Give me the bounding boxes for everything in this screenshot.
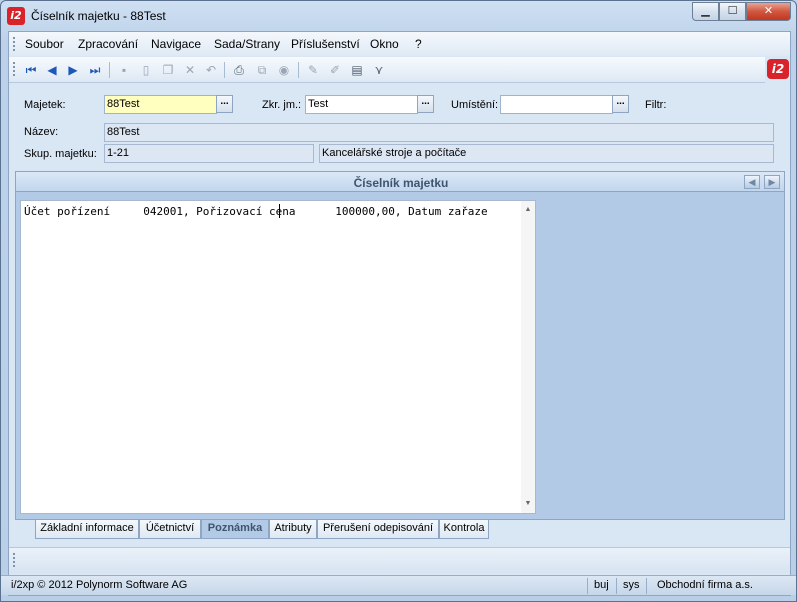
panel-header: Číselník majetku ◀ ▶ xyxy=(15,171,785,192)
delete-icon[interactable]: ✕ xyxy=(182,62,198,78)
note-editor[interactable]: Účet pořízení 042001, Pořizovací cena 10… xyxy=(20,200,536,514)
umisteni-label: Umístění: xyxy=(451,99,499,111)
scroll-up-icon[interactable]: ▲ xyxy=(521,203,535,217)
zkr-label: Zkr. jm.: xyxy=(262,99,302,111)
next-record-icon[interactable]: ▶ xyxy=(65,62,81,78)
filtr-label: Filtr: xyxy=(645,99,667,111)
app-logo-icon[interactable]: i2 xyxy=(7,7,25,25)
status-company: Obchodní firma a.s. xyxy=(657,579,753,591)
tab-kontrola[interactable]: Kontrola xyxy=(439,520,489,539)
status-copyright: i/2xp © 2012 Polynorm Software AG xyxy=(11,579,188,591)
export-icon[interactable]: ▤ xyxy=(349,62,365,78)
close-button[interactable]: ✕ xyxy=(746,2,791,21)
panel-title: Číselník majetku xyxy=(353,176,449,190)
status-separator xyxy=(616,578,617,594)
umisteni-input[interactable] xyxy=(500,95,613,114)
toolbar-separator xyxy=(224,62,225,78)
tab-ucetnictvi[interactable]: Účetnictví xyxy=(139,520,201,539)
toolbar-separator xyxy=(298,62,299,78)
edit-alt-icon[interactable]: ✐ xyxy=(327,62,343,78)
stop-icon[interactable]: ◉ xyxy=(276,62,292,78)
skup-majetku-name[interactable]: Kancelářské stroje a počítače xyxy=(319,144,774,163)
print-icon[interactable]: ⎙ xyxy=(231,62,247,78)
menu-sada-strany[interactable]: Sada/Strany xyxy=(214,37,280,51)
text-caret xyxy=(279,204,280,218)
menu-help[interactable]: ? xyxy=(415,37,422,51)
tree-icon[interactable]: ⧉ xyxy=(254,62,270,78)
zkr-lookup-button[interactable]: ... xyxy=(417,95,434,113)
note-text: Účet pořízení 042001, Pořizovací cena 10… xyxy=(24,205,488,218)
skup-majetku-label: Skup. majetku: xyxy=(24,148,97,160)
undo-icon[interactable]: ↶ xyxy=(203,62,219,78)
title-bar[interactable]: i2 Číselník majetku - 88Test ▁ ☐ ✕ xyxy=(1,1,796,31)
tab-atributy[interactable]: Atributy xyxy=(269,520,317,539)
bottom-toolbar xyxy=(9,547,790,573)
status-separator xyxy=(587,578,588,594)
status-db: sys xyxy=(623,579,640,591)
umisteni-lookup-button[interactable]: ... xyxy=(612,95,629,113)
note-scrollbar[interactable]: ▲ ▼ xyxy=(521,201,535,513)
bottom-grip[interactable] xyxy=(13,553,16,567)
save-icon[interactable]: ▪ xyxy=(116,62,132,78)
previous-record-icon[interactable]: ◀ xyxy=(44,62,60,78)
menu-prislusenstvi[interactable]: Příslušenství xyxy=(291,37,360,51)
menu-bar: Soubor Zpracování Navigace Sada/Strany P… xyxy=(9,32,790,56)
menu-okno[interactable]: Okno xyxy=(370,37,399,51)
menu-soubor[interactable]: Soubor xyxy=(25,37,64,51)
panel-prev-icon[interactable]: ◀ xyxy=(744,175,760,189)
tab-strip: Základní informace Účetnictví Poznámka A… xyxy=(15,519,785,539)
minimize-button[interactable]: ▁ xyxy=(692,2,719,21)
toolbar: ⏮ ◀ ▶ ⏭ ▪ ▯ ❐ ✕ ↶ ⎙ ⧉ ◉ ✎ ✐ ▤ ⋎ xyxy=(9,57,765,83)
scroll-down-icon[interactable]: ▼ xyxy=(521,497,535,511)
panel-next-icon[interactable]: ▶ xyxy=(764,175,780,189)
tab-poznamka[interactable]: Poznámka xyxy=(201,520,269,539)
brand-logo-icon: i2 xyxy=(767,59,789,79)
menu-grip[interactable] xyxy=(13,37,16,51)
new-icon[interactable]: ▯ xyxy=(138,62,154,78)
filter-icon[interactable]: ⋎ xyxy=(371,62,387,78)
majetek-lookup-button[interactable]: ... xyxy=(216,95,233,113)
client-area: Soubor Zpracování Navigace Sada/Strany P… xyxy=(8,31,791,596)
menu-navigace[interactable]: Navigace xyxy=(151,37,201,51)
status-separator xyxy=(646,578,647,594)
zkr-input[interactable]: Test xyxy=(305,95,418,114)
copy-icon[interactable]: ❐ xyxy=(160,62,176,78)
toolbar-separator xyxy=(109,62,110,78)
majetek-label: Majetek: xyxy=(24,99,66,111)
skup-majetku-code[interactable]: 1-21 xyxy=(104,144,314,163)
window-controls: ▁ ☐ ✕ xyxy=(692,2,791,21)
status-user: buj xyxy=(594,579,609,591)
menu-zpracovani[interactable]: Zpracování xyxy=(78,37,138,51)
toolbar-grip[interactable] xyxy=(13,62,16,76)
status-bar: i/2xp © 2012 Polynorm Software AG buj sy… xyxy=(1,575,796,595)
maximize-button[interactable]: ☐ xyxy=(719,2,746,21)
window-title: Číselník majetku - 88Test xyxy=(31,9,166,23)
edit-icon[interactable]: ✎ xyxy=(305,62,321,78)
application-window: i2 Číselník majetku - 88Test ▁ ☐ ✕ Soubo… xyxy=(0,0,797,602)
tab-zakladni-informace[interactable]: Základní informace xyxy=(35,520,139,539)
first-record-icon[interactable]: ⏮ xyxy=(23,62,39,78)
nazev-field[interactable]: 88Test xyxy=(104,123,774,142)
last-record-icon[interactable]: ⏭ xyxy=(87,62,103,78)
nazev-label: Název: xyxy=(24,126,59,138)
majetek-input[interactable]: 88Test xyxy=(104,95,217,114)
tab-preruseni-odepisovani[interactable]: Přerušení odepisování xyxy=(317,520,439,539)
